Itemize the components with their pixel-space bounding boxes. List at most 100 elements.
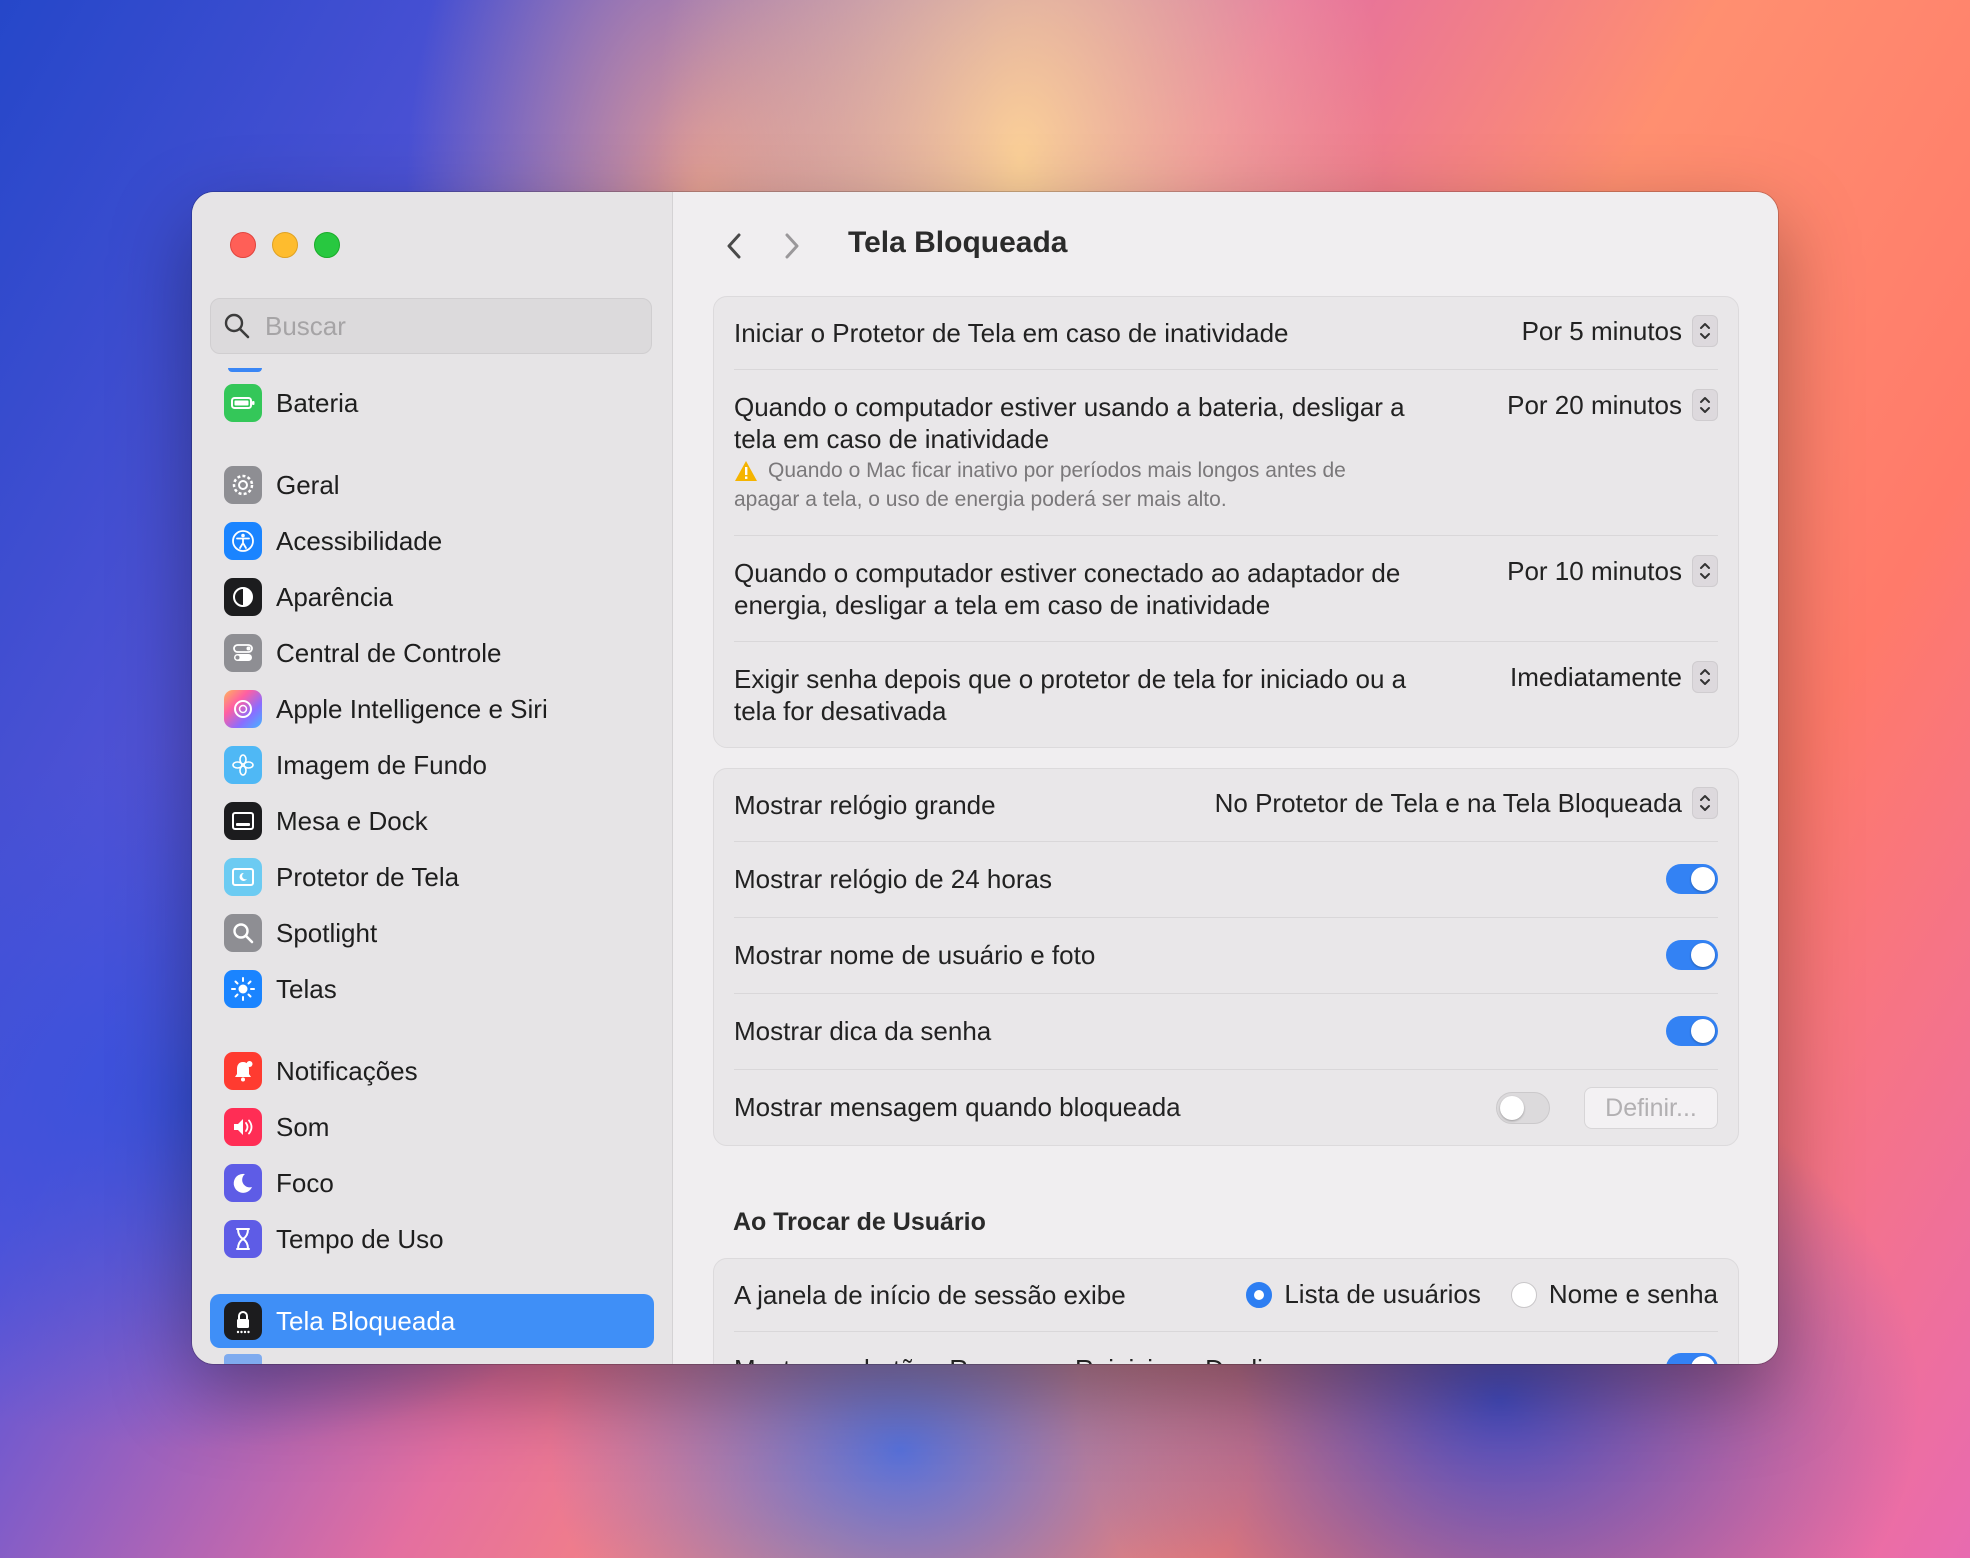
setting-row: Mostrar os botões Repousar, Reiniciar e … bbox=[734, 1331, 1718, 1364]
setting-row: Iniciar o Protetor de Tela em caso de in… bbox=[734, 297, 1718, 370]
setting-label: Exigir senha depois que o protetor de te… bbox=[734, 664, 1407, 694]
sidebar-item-label: Spotlight bbox=[276, 917, 378, 948]
minimize-button[interactable] bbox=[272, 232, 298, 258]
sidebar-item-aparencia[interactable]: Aparência bbox=[210, 570, 654, 624]
sidebar-item-label: Imagem de Fundo bbox=[276, 749, 488, 780]
power-buttons-toggle[interactable] bbox=[1666, 1353, 1718, 1364]
setting-row: Quando o computador estiver usando a bat… bbox=[734, 369, 1718, 536]
search-input[interactable] bbox=[263, 309, 627, 343]
sidebar-item-label: Acessibilidade bbox=[276, 525, 443, 556]
sidebar-item-som[interactable]: Som bbox=[210, 1100, 654, 1154]
sidebar: Bateria Geral Acessibilidade Aparência bbox=[192, 192, 673, 1364]
setting-row: Mostrar relógio grande No Protetor de Te… bbox=[734, 769, 1718, 842]
section-title: Ao Trocar de Usuário bbox=[733, 1208, 986, 1236]
radio-name-password[interactable]: Nome e senha bbox=[1510, 1279, 1718, 1310]
notifications-icon bbox=[224, 1052, 262, 1090]
sidebar-item-spotlight[interactable]: Spotlight bbox=[210, 906, 654, 960]
updown-chevron-icon bbox=[1692, 555, 1718, 587]
setting-row: Mostrar relógio de 24 horas bbox=[734, 841, 1718, 918]
toolbar: Tela Bloqueada bbox=[673, 192, 1778, 292]
sidebar-item-foco[interactable]: Foco bbox=[210, 1156, 654, 1210]
sidebar-item-apple-intelligence-siri[interactable]: Apple Intelligence e Siri bbox=[210, 682, 654, 736]
username-photo-toggle[interactable] bbox=[1666, 940, 1718, 970]
set-message-button[interactable]: Definir... bbox=[1584, 1087, 1718, 1129]
search-field[interactable] bbox=[210, 298, 652, 354]
setting-label: A janela de início de sessão exibe bbox=[734, 1280, 1126, 1310]
setting-row: Mostrar mensagem quando bloqueada Defini… bbox=[734, 1069, 1718, 1145]
setting-row: Mostrar dica da senha bbox=[734, 993, 1718, 1070]
sidebar-item-label: Central de Controle bbox=[276, 637, 502, 668]
require-password-popup[interactable]: Imediatamente bbox=[1510, 661, 1718, 693]
sound-icon bbox=[224, 1108, 262, 1146]
setting-label: Mostrar dica da senha bbox=[734, 1016, 992, 1046]
forward-button[interactable] bbox=[771, 226, 811, 266]
sidebar-item-telas[interactable]: Telas bbox=[210, 962, 654, 1016]
battery-display-off-popup[interactable]: Por 20 minutos bbox=[1507, 389, 1718, 421]
close-button[interactable] bbox=[230, 232, 256, 258]
displays-icon bbox=[224, 970, 262, 1008]
sidebar-item-protetor-de-tela[interactable]: Protetor de Tela bbox=[210, 850, 654, 904]
lock-message-toggle[interactable] bbox=[1496, 1092, 1550, 1124]
radio-unselected-icon bbox=[1510, 1281, 1537, 1308]
battery-icon bbox=[224, 384, 262, 422]
main-content: Tela Bloqueada Iniciar o Protetor de Tel… bbox=[673, 192, 1778, 1364]
sidebar-item-label: Apple Intelligence e Siri bbox=[276, 693, 548, 724]
popup-value: Por 10 minutos bbox=[1507, 555, 1682, 586]
sidebar-item-label: Mesa e Dock bbox=[276, 805, 428, 836]
setting-note: apagar a tela, o uso de energia poderá s… bbox=[734, 488, 1227, 511]
24-hour-clock-toggle[interactable] bbox=[1666, 864, 1718, 894]
zoom-button[interactable] bbox=[314, 232, 340, 258]
sidebar-list: Bateria Geral Acessibilidade Aparência C… bbox=[210, 368, 654, 1364]
control-center-icon bbox=[224, 634, 262, 672]
password-hint-toggle[interactable] bbox=[1666, 1016, 1718, 1046]
wallpaper-icon bbox=[224, 746, 262, 784]
sidebar-item-tempo-de-uso[interactable]: Tempo de Uso bbox=[210, 1212, 654, 1266]
radio-label: Nome e senha bbox=[1548, 1279, 1718, 1309]
switch-user-group: A janela de início de sessão exibe Lista… bbox=[713, 1258, 1739, 1364]
siri-icon bbox=[224, 690, 262, 728]
sidebar-item-bateria[interactable]: Bateria bbox=[210, 376, 654, 430]
setting-row: Exigir senha depois que o protetor de te… bbox=[734, 641, 1718, 747]
popup-value: No Protetor de Tela e na Tela Bloqueada bbox=[1214, 787, 1682, 818]
setting-row: A janela de início de sessão exibe Lista… bbox=[734, 1259, 1718, 1332]
sidebar-item-label: Notificações bbox=[276, 1055, 418, 1086]
setting-label: Quando o computador estiver conectado ao… bbox=[734, 558, 1401, 588]
dock-icon bbox=[224, 802, 262, 840]
login-window-options: Lista de usuários Nome e senha bbox=[1216, 1279, 1718, 1310]
radio-selected-icon bbox=[1246, 1281, 1273, 1308]
sidebar-item-tela-bloqueada[interactable]: Tela Bloqueada bbox=[210, 1294, 654, 1348]
large-clock-popup[interactable]: No Protetor de Tela e na Tela Bloqueada bbox=[1215, 787, 1718, 819]
updown-chevron-icon bbox=[1692, 389, 1718, 421]
radio-user-list[interactable]: Lista de usuários bbox=[1246, 1279, 1481, 1310]
sidebar-item-mesa-e-dock[interactable]: Mesa e Dock bbox=[210, 794, 654, 848]
screensaver-delay-popup[interactable]: Por 5 minutos bbox=[1522, 315, 1718, 347]
sidebar-item-notificacoes[interactable]: Notificações bbox=[210, 1044, 654, 1098]
window-controls bbox=[230, 232, 340, 258]
setting-label: energia, desligar a tela em caso de inat… bbox=[734, 590, 1271, 620]
adapter-display-off-popup[interactable]: Por 10 minutos bbox=[1507, 555, 1718, 587]
page-title: Tela Bloqueada bbox=[848, 226, 1068, 259]
sidebar-item-imagem-de-fundo[interactable]: Imagem de Fundo bbox=[210, 738, 654, 792]
setting-label: Mostrar relógio grande bbox=[734, 790, 996, 820]
setting-row: Quando o computador estiver conectado ao… bbox=[734, 535, 1718, 642]
sidebar-item-acessibilidade[interactable]: Acessibilidade bbox=[210, 514, 654, 568]
clock-display-group: Mostrar relógio grande No Protetor de Te… bbox=[713, 768, 1739, 1146]
setting-label: Quando o computador estiver usando a bat… bbox=[734, 392, 1405, 422]
settings-window: Bateria Geral Acessibilidade Aparência bbox=[192, 192, 1778, 1364]
spotlight-icon bbox=[224, 914, 262, 952]
setting-label: Mostrar os botões Repousar, Reiniciar e … bbox=[734, 1353, 1300, 1364]
sidebar-item-label: Tempo de Uso bbox=[276, 1223, 444, 1254]
setting-label: Mostrar relógio de 24 horas bbox=[734, 864, 1052, 894]
popup-value: Imediatamente bbox=[1510, 661, 1682, 692]
scrolled-item-edge bbox=[228, 368, 262, 372]
sidebar-item-label: Bateria bbox=[276, 387, 359, 418]
gear-icon bbox=[224, 466, 262, 504]
sidebar-item-label: Som bbox=[276, 1111, 330, 1142]
sidebar-item-label: Telas bbox=[276, 973, 337, 1004]
sidebar-item-geral[interactable]: Geral bbox=[210, 458, 654, 512]
back-button[interactable] bbox=[715, 226, 755, 266]
chevron-right-icon bbox=[785, 233, 799, 259]
scrolled-item-edge bbox=[224, 1354, 262, 1364]
sidebar-item-central-de-controle[interactable]: Central de Controle bbox=[210, 626, 654, 680]
focus-moon-icon bbox=[224, 1164, 262, 1202]
